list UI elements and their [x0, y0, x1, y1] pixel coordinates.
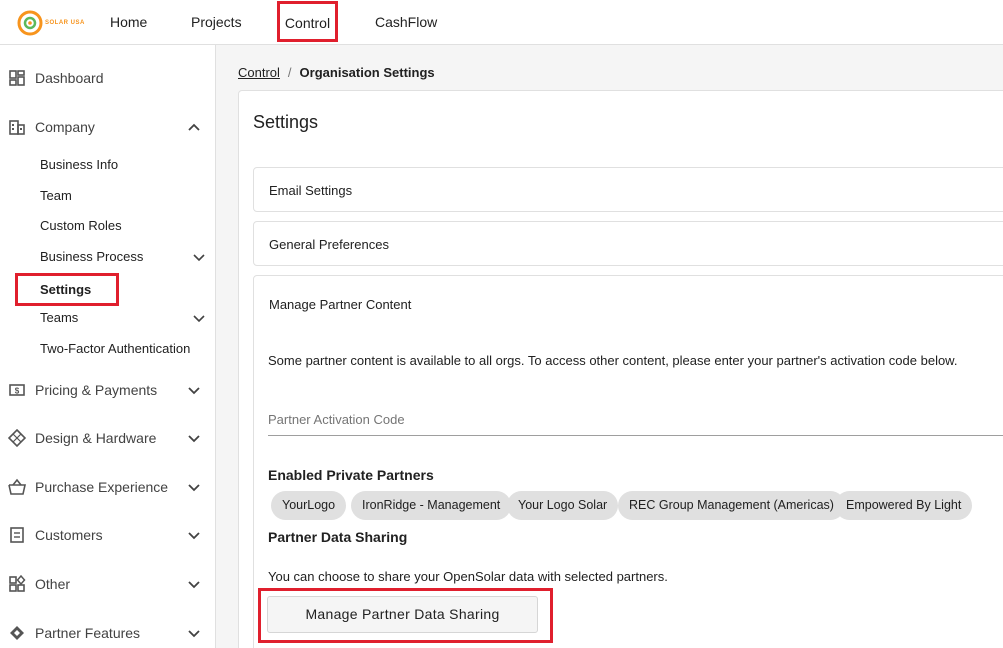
sun-logo-icon: [17, 10, 43, 36]
contact-list-icon: [10, 527, 24, 543]
partner-content-header[interactable]: Manage Partner Content: [269, 297, 411, 312]
sidebar-item-purchase[interactable]: Purchase Experience: [0, 472, 216, 502]
sidebar-item-pricing[interactable]: $ Pricing & Payments: [0, 375, 216, 405]
sidebar-subitem-label: Teams: [40, 310, 79, 325]
chevron-down-icon: [188, 532, 200, 540]
chevron-down-icon: [188, 581, 200, 589]
general-preferences-header: General Preferences: [269, 237, 389, 252]
manage-partner-data-sharing-button[interactable]: Manage Partner Data Sharing: [267, 596, 538, 633]
sidebar-item-company[interactable]: Company: [0, 112, 216, 142]
breadcrumb-link-control[interactable]: Control: [238, 65, 280, 80]
breadcrumb-separator: /: [287, 65, 292, 80]
breadcrumb: Control / Organisation Settings: [238, 65, 435, 80]
general-preferences-section[interactable]: General Preferences: [253, 221, 1003, 266]
nav-control[interactable]: Control: [277, 1, 338, 42]
sidebar-subitem-business-info[interactable]: Business Info: [40, 155, 118, 175]
chevron-down-icon: [188, 630, 200, 638]
panel-grid-icon: [8, 429, 26, 447]
dashboard-icon: [9, 70, 25, 86]
sidebar-item-label: Design & Hardware: [35, 430, 157, 446]
sidebar-item-label: Customers: [35, 527, 103, 543]
handshake-icon: [10, 626, 24, 640]
sidebar-subitem-business-process[interactable]: Business Process: [40, 247, 205, 267]
sidebar-item-dashboard[interactable]: Dashboard: [0, 63, 216, 93]
sidebar-subitem-settings[interactable]: Settings: [15, 273, 119, 306]
enabled-partners-heading: Enabled Private Partners: [268, 467, 434, 483]
partner-chip[interactable]: Your Logo Solar: [507, 491, 619, 520]
chevron-down-icon: [193, 315, 205, 323]
chevron-down-icon: [188, 387, 200, 395]
sidebar-subitem-two-factor[interactable]: Two-Factor Authentication: [40, 339, 190, 359]
top-navigation-bar: SOLAR USA Home Projects Control CashFlow: [0, 0, 1003, 45]
sidebar-item-label: Dashboard: [35, 70, 104, 86]
dollar-icon: $: [9, 384, 25, 396]
partner-activation-code-input[interactable]: Partner Activation Code: [268, 412, 405, 427]
nav-home[interactable]: Home: [110, 0, 147, 45]
partner-data-sharing-heading: Partner Data Sharing: [268, 529, 408, 545]
sidebar-item-label: Pricing & Payments: [35, 382, 158, 398]
sidebar-item-label: Other: [35, 576, 71, 592]
chevron-down-icon: [188, 435, 200, 443]
sidebar-item-other[interactable]: Other: [0, 569, 216, 599]
nav-cashflow[interactable]: CashFlow: [375, 0, 437, 45]
building-icon: [9, 120, 25, 135]
sidebar-item-label: Purchase Experience: [35, 479, 169, 495]
partner-chip[interactable]: IronRidge - Management: [351, 491, 512, 520]
breadcrumb-current: Organisation Settings: [299, 65, 435, 80]
sidebar-item-partner-features[interactable]: Partner Features: [0, 618, 216, 648]
partner-data-sharing-description: You can choose to share your OpenSolar d…: [268, 569, 668, 584]
page-title: Settings: [253, 112, 319, 132]
sidebar-subitem-teams[interactable]: Teams: [40, 308, 205, 328]
chevron-down-icon: [193, 254, 205, 262]
partner-content-description: Some partner content is available to all…: [268, 353, 958, 368]
sidebar: Dashboard Company Business Info Team Cus…: [0, 45, 216, 648]
solar-usa-logo[interactable]: SOLAR USA: [17, 10, 89, 36]
sidebar-item-label: Company: [35, 119, 95, 135]
input-underline: [268, 435, 1003, 436]
chevron-up-icon: [188, 123, 200, 131]
email-settings-section[interactable]: Email Settings: [253, 167, 1003, 212]
sidebar-item-design[interactable]: Design & Hardware: [0, 423, 216, 453]
partner-chip[interactable]: REC Group Management (Americas): [618, 491, 845, 520]
nav-projects[interactable]: Projects: [191, 0, 242, 45]
sidebar-subitem-label: Business Process: [40, 249, 144, 264]
widgets-icon: [9, 575, 26, 592]
logo-text: SOLAR USA: [45, 20, 85, 26]
sidebar-item-customers[interactable]: Customers: [0, 520, 216, 550]
sidebar-subitem-custom-roles[interactable]: Custom Roles: [40, 216, 122, 236]
partner-chip[interactable]: YourLogo: [271, 491, 347, 520]
svg-text:$: $: [15, 387, 20, 396]
chevron-down-icon: [188, 484, 200, 492]
partner-chip[interactable]: Empowered By Light: [835, 491, 973, 520]
sidebar-item-label: Partner Features: [35, 625, 141, 641]
email-settings-header: Email Settings: [269, 183, 353, 198]
basket-icon: [8, 478, 26, 495]
sidebar-subitem-team[interactable]: Team: [40, 186, 72, 206]
